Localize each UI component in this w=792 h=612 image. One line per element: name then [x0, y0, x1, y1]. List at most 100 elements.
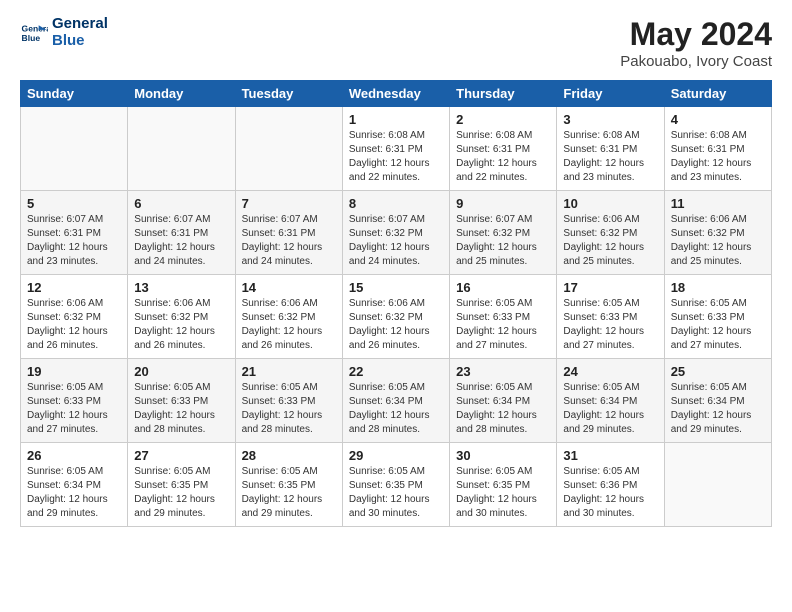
day-number: 16: [456, 280, 550, 295]
day-info: Sunrise: 6:05 AM Sunset: 6:34 PM Dayligh…: [563, 381, 657, 437]
day-info: Sunrise: 6:05 AM Sunset: 6:35 PM Dayligh…: [349, 465, 443, 521]
calendar-week-4: 19 Sunrise: 6:05 AM Sunset: 6:33 PM Dayli…: [21, 359, 772, 443]
calendar-cell: [128, 107, 235, 191]
logo-line1: General: [52, 16, 108, 33]
day-number: 30: [456, 448, 550, 463]
day-number: 23: [456, 364, 550, 379]
calendar-cell: 27 Sunrise: 6:05 AM Sunset: 6:35 PM Dayli…: [128, 443, 235, 527]
day-number: 13: [134, 280, 228, 295]
day-info: Sunrise: 6:07 AM Sunset: 6:32 PM Dayligh…: [349, 213, 443, 269]
calendar-cell: 25Sunrise: 6:05 AM Sunset: 6:34 PM Dayli…: [664, 359, 771, 443]
day-number: 21: [242, 364, 336, 379]
calendar-cell: 4 Sunrise: 6:08 AM Sunset: 6:31 PM Daylig…: [664, 107, 771, 191]
day-number: 28: [242, 448, 336, 463]
day-info: Sunrise: 6:07 AM Sunset: 6:32 PM Dayligh…: [456, 213, 550, 269]
calendar-cell: 8Sunrise: 6:07 AM Sunset: 6:32 PM Daylig…: [342, 191, 449, 275]
calendar-cell: 10Sunrise: 6:06 AM Sunset: 6:32 PM Dayli…: [557, 191, 664, 275]
day-info: Sunrise: 6:06 AM Sunset: 6:32 PM Dayligh…: [134, 297, 228, 353]
calendar-cell: 6 Sunrise: 6:07 AM Sunset: 6:31 PM Daylig…: [128, 191, 235, 275]
day-info: Sunrise: 6:06 AM Sunset: 6:32 PM Dayligh…: [671, 213, 765, 269]
calendar-cell: 21 Sunrise: 6:05 AM Sunset: 6:33 PM Dayli…: [235, 359, 342, 443]
header: General Blue General Blue May 2024 Pakou…: [20, 16, 772, 70]
day-info: Sunrise: 6:07 AM Sunset: 6:31 PM Dayligh…: [242, 213, 336, 269]
day-info: Sunrise: 6:08 AM Sunset: 6:31 PM Dayligh…: [563, 129, 657, 185]
calendar-cell: 17Sunrise: 6:05 AM Sunset: 6:33 PM Dayli…: [557, 275, 664, 359]
day-number: 15: [349, 280, 443, 295]
calendar-cell: 18 Sunrise: 6:05 AM Sunset: 6:33 PM Dayli…: [664, 275, 771, 359]
calendar-cell: [664, 443, 771, 527]
calendar-cell: [235, 107, 342, 191]
calendar-cell: 1 Sunrise: 6:08 AM Sunset: 6:31 PM Daylig…: [342, 107, 449, 191]
day-info: Sunrise: 6:05 AM Sunset: 6:36 PM Dayligh…: [563, 465, 657, 521]
day-info: Sunrise: 6:06 AM Sunset: 6:32 PM Dayligh…: [27, 297, 121, 353]
calendar-cell: 14Sunrise: 6:06 AM Sunset: 6:32 PM Dayli…: [235, 275, 342, 359]
day-number: 6: [134, 196, 228, 211]
day-info: Sunrise: 6:05 AM Sunset: 6:33 PM Dayligh…: [563, 297, 657, 353]
day-info: Sunrise: 6:05 AM Sunset: 6:33 PM Dayligh…: [242, 381, 336, 437]
calendar-cell: 20 Sunrise: 6:05 AM Sunset: 6:33 PM Dayli…: [128, 359, 235, 443]
day-info: Sunrise: 6:07 AM Sunset: 6:31 PM Dayligh…: [134, 213, 228, 269]
day-number: 25: [671, 364, 765, 379]
day-info: Sunrise: 6:08 AM Sunset: 6:31 PM Dayligh…: [671, 129, 765, 185]
calendar-header-row: SundayMondayTuesdayWednesdayThursdayFrid…: [21, 81, 772, 107]
day-info: Sunrise: 6:05 AM Sunset: 6:35 PM Dayligh…: [134, 465, 228, 521]
calendar-cell: 5 Sunrise: 6:07 AM Sunset: 6:31 PM Daylig…: [21, 191, 128, 275]
calendar-cell: 19 Sunrise: 6:05 AM Sunset: 6:33 PM Dayli…: [21, 359, 128, 443]
day-info: Sunrise: 6:05 AM Sunset: 6:33 PM Dayligh…: [456, 297, 550, 353]
calendar-week-5: 26 Sunrise: 6:05 AM Sunset: 6:34 PM Dayli…: [21, 443, 772, 527]
day-number: 12: [27, 280, 121, 295]
location-title: Pakouabo, Ivory Coast: [620, 53, 772, 70]
page: General Blue General Blue May 2024 Pakou…: [0, 0, 792, 612]
day-info: Sunrise: 6:08 AM Sunset: 6:31 PM Dayligh…: [456, 129, 550, 185]
day-number: 18: [671, 280, 765, 295]
day-info: Sunrise: 6:05 AM Sunset: 6:33 PM Dayligh…: [27, 381, 121, 437]
day-number: 4: [671, 112, 765, 127]
calendar-cell: 12 Sunrise: 6:06 AM Sunset: 6:32 PM Dayli…: [21, 275, 128, 359]
calendar-cell: 24 Sunrise: 6:05 AM Sunset: 6:34 PM Dayli…: [557, 359, 664, 443]
day-info: Sunrise: 6:07 AM Sunset: 6:31 PM Dayligh…: [27, 213, 121, 269]
day-number: 14: [242, 280, 336, 295]
calendar-cell: 11 Sunrise: 6:06 AM Sunset: 6:32 PM Dayli…: [664, 191, 771, 275]
day-header-wednesday: Wednesday: [342, 81, 449, 107]
day-number: 5: [27, 196, 121, 211]
day-number: 3: [563, 112, 657, 127]
calendar-cell: 13 Sunrise: 6:06 AM Sunset: 6:32 PM Dayli…: [128, 275, 235, 359]
day-number: 7: [242, 196, 336, 211]
day-header-tuesday: Tuesday: [235, 81, 342, 107]
day-number: 19: [27, 364, 121, 379]
day-info: Sunrise: 6:05 AM Sunset: 6:35 PM Dayligh…: [456, 465, 550, 521]
day-info: Sunrise: 6:05 AM Sunset: 6:34 PM Dayligh…: [349, 381, 443, 437]
day-info: Sunrise: 6:06 AM Sunset: 6:32 PM Dayligh…: [349, 297, 443, 353]
calendar-week-1: 1 Sunrise: 6:08 AM Sunset: 6:31 PM Daylig…: [21, 107, 772, 191]
day-info: Sunrise: 6:05 AM Sunset: 6:33 PM Dayligh…: [134, 381, 228, 437]
day-number: 24: [563, 364, 657, 379]
calendar-cell: 3 Sunrise: 6:08 AM Sunset: 6:31 PM Daylig…: [557, 107, 664, 191]
day-number: 9: [456, 196, 550, 211]
day-number: 1: [349, 112, 443, 127]
day-number: 10: [563, 196, 657, 211]
calendar-cell: 31Sunrise: 6:05 AM Sunset: 6:36 PM Dayli…: [557, 443, 664, 527]
day-info: Sunrise: 6:05 AM Sunset: 6:34 PM Dayligh…: [456, 381, 550, 437]
calendar-cell: 30 Sunrise: 6:05 AM Sunset: 6:35 PM Dayli…: [450, 443, 557, 527]
calendar-cell: 2 Sunrise: 6:08 AM Sunset: 6:31 PM Daylig…: [450, 107, 557, 191]
day-header-monday: Monday: [128, 81, 235, 107]
day-number: 27: [134, 448, 228, 463]
title-block: May 2024 Pakouabo, Ivory Coast: [620, 16, 772, 70]
day-info: Sunrise: 6:05 AM Sunset: 6:33 PM Dayligh…: [671, 297, 765, 353]
calendar-cell: 9 Sunrise: 6:07 AM Sunset: 6:32 PM Daylig…: [450, 191, 557, 275]
day-number: 26: [27, 448, 121, 463]
day-number: 20: [134, 364, 228, 379]
day-number: 2: [456, 112, 550, 127]
calendar-cell: 26 Sunrise: 6:05 AM Sunset: 6:34 PM Dayli…: [21, 443, 128, 527]
calendar-cell: 23 Sunrise: 6:05 AM Sunset: 6:34 PM Dayli…: [450, 359, 557, 443]
day-info: Sunrise: 6:08 AM Sunset: 6:31 PM Dayligh…: [349, 129, 443, 185]
day-number: 11: [671, 196, 765, 211]
calendar-cell: 16 Sunrise: 6:05 AM Sunset: 6:33 PM Dayli…: [450, 275, 557, 359]
calendar-week-2: 5 Sunrise: 6:07 AM Sunset: 6:31 PM Daylig…: [21, 191, 772, 275]
day-number: 22: [349, 364, 443, 379]
calendar-week-3: 12 Sunrise: 6:06 AM Sunset: 6:32 PM Dayli…: [21, 275, 772, 359]
day-number: 29: [349, 448, 443, 463]
day-header-friday: Friday: [557, 81, 664, 107]
calendar-cell: 29 Sunrise: 6:05 AM Sunset: 6:35 PM Dayli…: [342, 443, 449, 527]
day-info: Sunrise: 6:05 AM Sunset: 6:34 PM Dayligh…: [27, 465, 121, 521]
